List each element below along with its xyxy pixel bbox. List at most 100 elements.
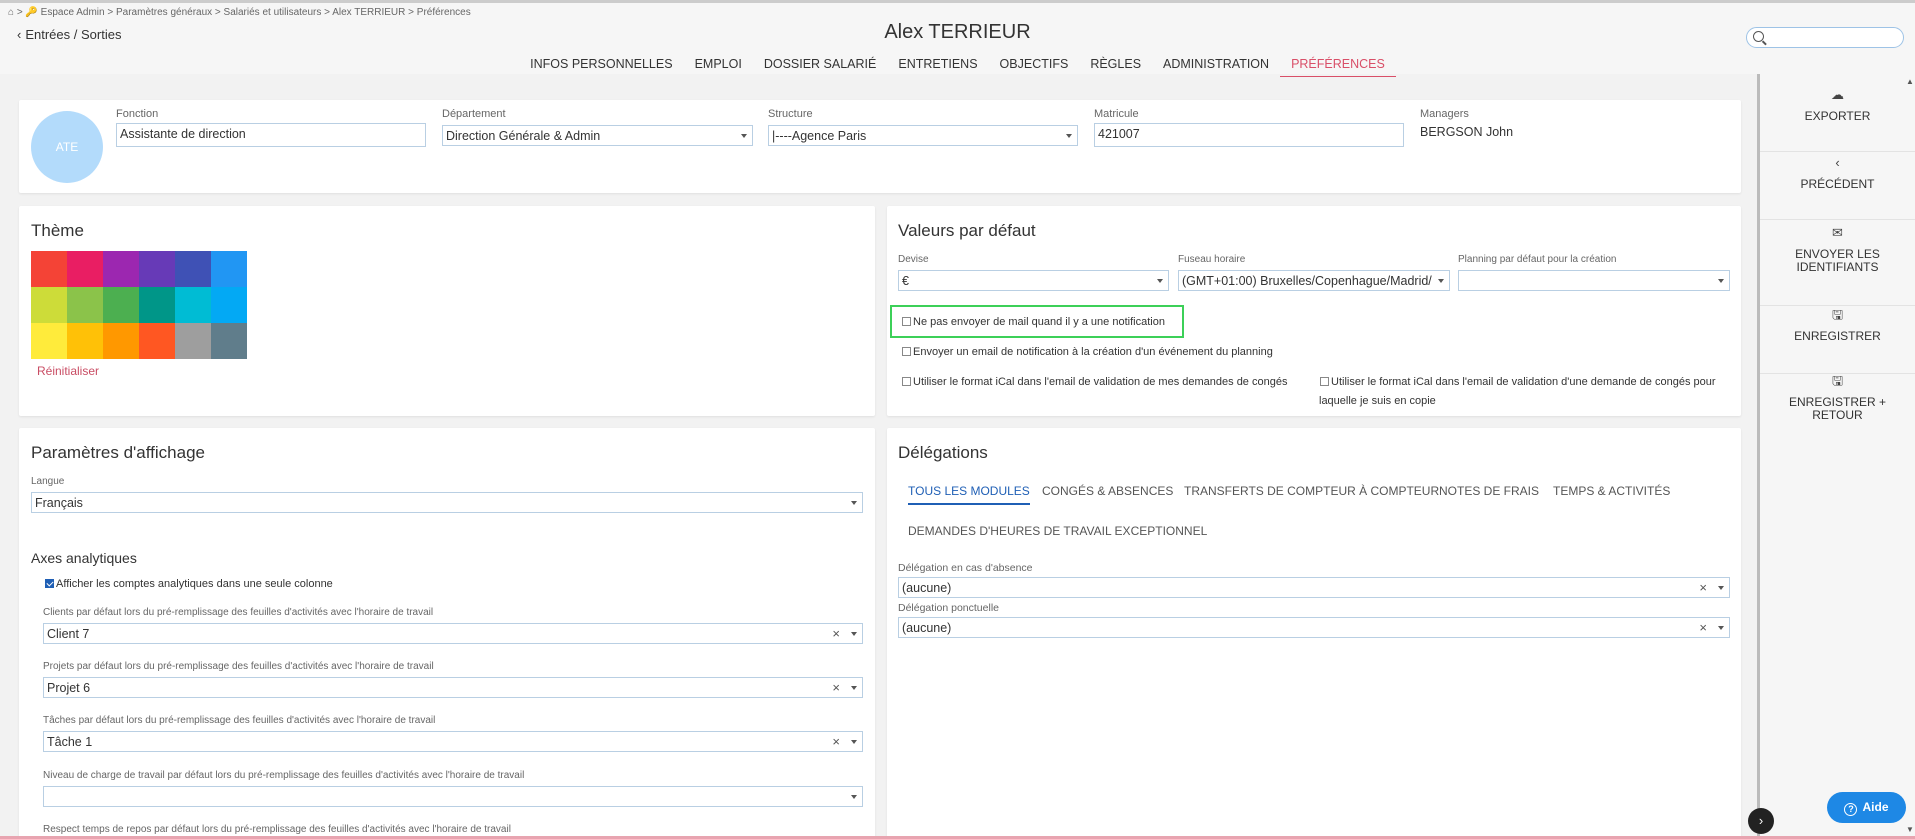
tab-infos-personnelles[interactable]: INFOS PERSONNELLES (519, 57, 683, 77)
theme-color-swatch[interactable] (175, 287, 211, 323)
theme-color-swatch[interactable] (211, 251, 247, 287)
tab-objectifs[interactable]: OBJECTIFS (989, 57, 1080, 77)
planning-select[interactable] (1458, 270, 1730, 291)
theme-color-swatch[interactable] (175, 323, 211, 359)
fonction-input[interactable]: Assistante de direction (116, 123, 426, 147)
tab-preferences[interactable]: PRÉFÉRENCES (1280, 57, 1396, 77)
ical-mine-option[interactable]: Utiliser le format iCal dans l'email de … (902, 376, 1287, 388)
axes-title: Axes analytiques (31, 550, 137, 566)
breadcrumb[interactable]: ⌂ > 🔑 Espace Admin > Paramètres généraux… (8, 6, 471, 20)
theme-color-swatch[interactable] (175, 251, 211, 287)
save-return-button[interactable]: 🖫 ENREGISTRER + RETOUR (1760, 374, 1915, 454)
deleg-tab-all-modules[interactable]: TOUS LES MODULES (908, 484, 1030, 505)
cloud-download-icon: ☁ (1831, 87, 1844, 102)
theme-color-swatch[interactable] (211, 287, 247, 323)
clear-icon[interactable]: × (1699, 620, 1707, 635)
tab-regles[interactable]: RÈGLES (1079, 57, 1152, 77)
langue-select[interactable]: Français (31, 492, 863, 513)
theme-color-swatch[interactable] (103, 251, 139, 287)
projets-label: Projets par défaut lors du pré-remplissa… (43, 661, 434, 672)
theme-color-swatch[interactable] (31, 323, 67, 359)
main-tabs: INFOS PERSONNELLES EMPLOI DOSSIER SALARI… (0, 57, 1915, 77)
theme-color-swatch[interactable] (139, 287, 175, 323)
theme-color-swatch[interactable] (67, 251, 103, 287)
theme-color-swatch[interactable] (103, 287, 139, 323)
deleg-tab-temps[interactable]: TEMPS & ACTIVITÉS (1553, 484, 1670, 498)
tab-dossier-salarie[interactable]: DOSSIER SALARIÉ (753, 57, 888, 77)
clear-icon[interactable]: × (1699, 580, 1707, 595)
tab-entretiens[interactable]: ENTRETIENS (887, 57, 988, 77)
notif-planning-checkbox[interactable] (902, 347, 911, 356)
fonction-label: Fonction (116, 108, 159, 120)
planning-label: Planning par défaut pour la création (1458, 254, 1617, 265)
deleg-tab-conges[interactable]: CONGÉS & ABSENCES (1042, 484, 1173, 498)
theme-color-swatch[interactable] (139, 323, 175, 359)
caret-down-icon (1438, 279, 1444, 283)
theme-color-swatch[interactable] (103, 323, 139, 359)
action-sidebar: ☁ EXPORTER ‹ PRÉCÉDENT ✉ ENVOYER LES IDE… (1757, 74, 1915, 839)
previous-button[interactable]: ‹ PRÉCÉDENT (1760, 156, 1915, 220)
clients-label: Clients par défaut lors du pré-remplissa… (43, 607, 434, 618)
caret-down-icon (1718, 586, 1724, 590)
fuseau-value: (GMT+01:00) Bruxelles/Copenhague/Madrid/ (1182, 274, 1432, 288)
single-column-checkbox[interactable] (45, 579, 54, 588)
ical-copy-checkbox[interactable] (1320, 377, 1329, 386)
structure-select[interactable]: |----Agence Paris (768, 125, 1078, 146)
devise-select[interactable]: € (898, 270, 1169, 291)
absence-delegation-value: (aucune) (902, 581, 952, 595)
deleg-tab-heures-exceptionnel[interactable]: DEMANDES D'HEURES DE TRAVAIL EXCEPTIONNE… (908, 524, 1207, 538)
theme-color-swatch[interactable] (31, 287, 67, 323)
export-button[interactable]: ☁ EXPORTER (1760, 88, 1915, 152)
ical-mine-checkbox[interactable] (902, 377, 911, 386)
matricule-input[interactable]: 421007 (1094, 123, 1404, 147)
caret-down-icon (1718, 279, 1724, 283)
no-mail-checkbox[interactable] (902, 317, 911, 326)
tab-administration[interactable]: ADMINISTRATION (1152, 57, 1280, 77)
theme-color-swatch[interactable] (31, 251, 67, 287)
projets-select[interactable]: Projet 6 × (43, 677, 863, 698)
clear-icon[interactable]: × (832, 734, 840, 749)
floppy-disk-return-icon: 🖫 (1831, 373, 1844, 388)
delegations-title: Délégations (898, 443, 988, 462)
fuseau-select[interactable]: (GMT+01:00) Bruxelles/Copenhague/Madrid/ (1178, 270, 1450, 291)
tab-emploi[interactable]: EMPLOI (684, 57, 753, 77)
single-column-option[interactable]: Afficher les comptes analytiques dans un… (45, 578, 333, 590)
clients-select[interactable]: Client 7 × (43, 623, 863, 644)
send-credentials-button[interactable]: ✉ ENVOYER LES IDENTIFIANTS (1760, 226, 1915, 306)
caret-down-icon (1157, 279, 1163, 283)
display-title: Paramètres d'affichage (31, 443, 205, 462)
deleg-tab-transferts[interactable]: TRANSFERTS DE COMPTEUR À COMPTEUR (1184, 484, 1439, 498)
theme-color-swatch[interactable] (67, 287, 103, 323)
charge-select[interactable] (43, 786, 863, 807)
search-input[interactable] (1769, 30, 1899, 45)
clear-icon[interactable]: × (832, 626, 840, 641)
scroll-down-arrow-icon[interactable]: ▼ (1906, 825, 1914, 834)
theme-color-swatch[interactable] (67, 323, 103, 359)
taches-value: Tâche 1 (47, 735, 93, 749)
ponctuelle-delegation-select[interactable]: (aucune) × (898, 617, 1730, 638)
scroll-up-arrow-icon[interactable]: ▲ (1906, 77, 1914, 86)
help-button[interactable]: ? Aide (1827, 792, 1906, 823)
ical-copy-option[interactable]: Utiliser le format iCal dans l'email de … (1320, 376, 1716, 388)
clear-icon[interactable]: × (832, 680, 840, 695)
notif-planning-option[interactable]: Envoyer un email de notification à la cr… (902, 346, 1273, 358)
theme-color-swatch[interactable] (211, 323, 247, 359)
reset-theme-link[interactable]: Réinitialiser (37, 364, 99, 378)
no-mail-option[interactable]: Ne pas envoyer de mail quand il y a une … (902, 316, 1165, 328)
export-label: EXPORTER (1804, 109, 1871, 123)
managers-label: Managers (1420, 108, 1469, 120)
deleg-tab-notes-frais[interactable]: NOTES DE FRAIS (1439, 484, 1539, 498)
absence-delegation-select[interactable]: (aucune) × (898, 577, 1730, 598)
theme-color-swatch[interactable] (139, 251, 175, 287)
envelope-icon: ✉ (1832, 225, 1843, 240)
previous-label: PRÉCÉDENT (1800, 177, 1875, 191)
next-chevron-button[interactable]: › (1748, 808, 1774, 834)
langue-label: Langue (31, 476, 65, 487)
fuseau-label: Fuseau horaire (1178, 254, 1246, 265)
search-box[interactable] (1746, 27, 1904, 48)
taches-select[interactable]: Tâche 1 × (43, 731, 863, 752)
departement-select[interactable]: Direction Générale & Admin (442, 125, 753, 146)
no-mail-label: Ne pas envoyer de mail quand il y a une … (913, 316, 1165, 328)
save-button[interactable]: 🖫 ENREGISTRER (1760, 308, 1915, 374)
projets-value: Projet 6 (47, 681, 91, 695)
